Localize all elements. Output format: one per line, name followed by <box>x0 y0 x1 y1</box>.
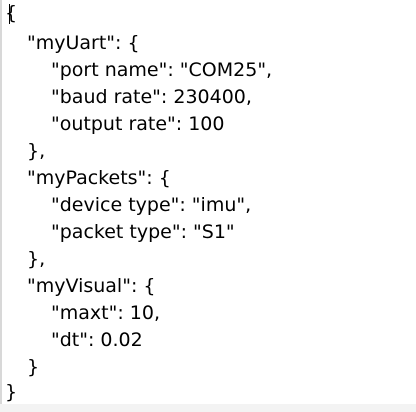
code-line-4[interactable]: "baud rate": 230400, <box>51 84 252 111</box>
code-line-9[interactable]: "packet type": "S1" <box>51 219 235 246</box>
code-line-8[interactable]: "device type": "imu", <box>51 192 251 219</box>
code-line-6[interactable]: }, <box>27 138 45 165</box>
code-line-3[interactable]: "port name": "COM25", <box>51 57 272 84</box>
code-line-10[interactable]: }, <box>27 246 45 273</box>
editor-bottom-edge <box>0 404 416 412</box>
code-line-11[interactable]: "myVisual": { <box>27 273 155 300</box>
code-line-13[interactable]: "dt": 0.02 <box>51 327 143 354</box>
code-line-5[interactable]: "output rate": 100 <box>51 111 225 138</box>
code-line-15[interactable]: } <box>5 379 17 406</box>
code-line-7[interactable]: "myPackets": { <box>27 165 171 192</box>
editor-left-border <box>0 0 2 412</box>
text-editor[interactable]: { "myUart": { "port name": "COM25", "bau… <box>0 0 416 412</box>
code-line-14[interactable]: } <box>27 354 39 381</box>
code-line-2[interactable]: "myUart": { <box>27 30 140 57</box>
code-line-12[interactable]: "maxt": 10, <box>51 300 160 327</box>
text-cursor <box>9 4 10 24</box>
code-line-1[interactable]: { <box>5 0 17 27</box>
